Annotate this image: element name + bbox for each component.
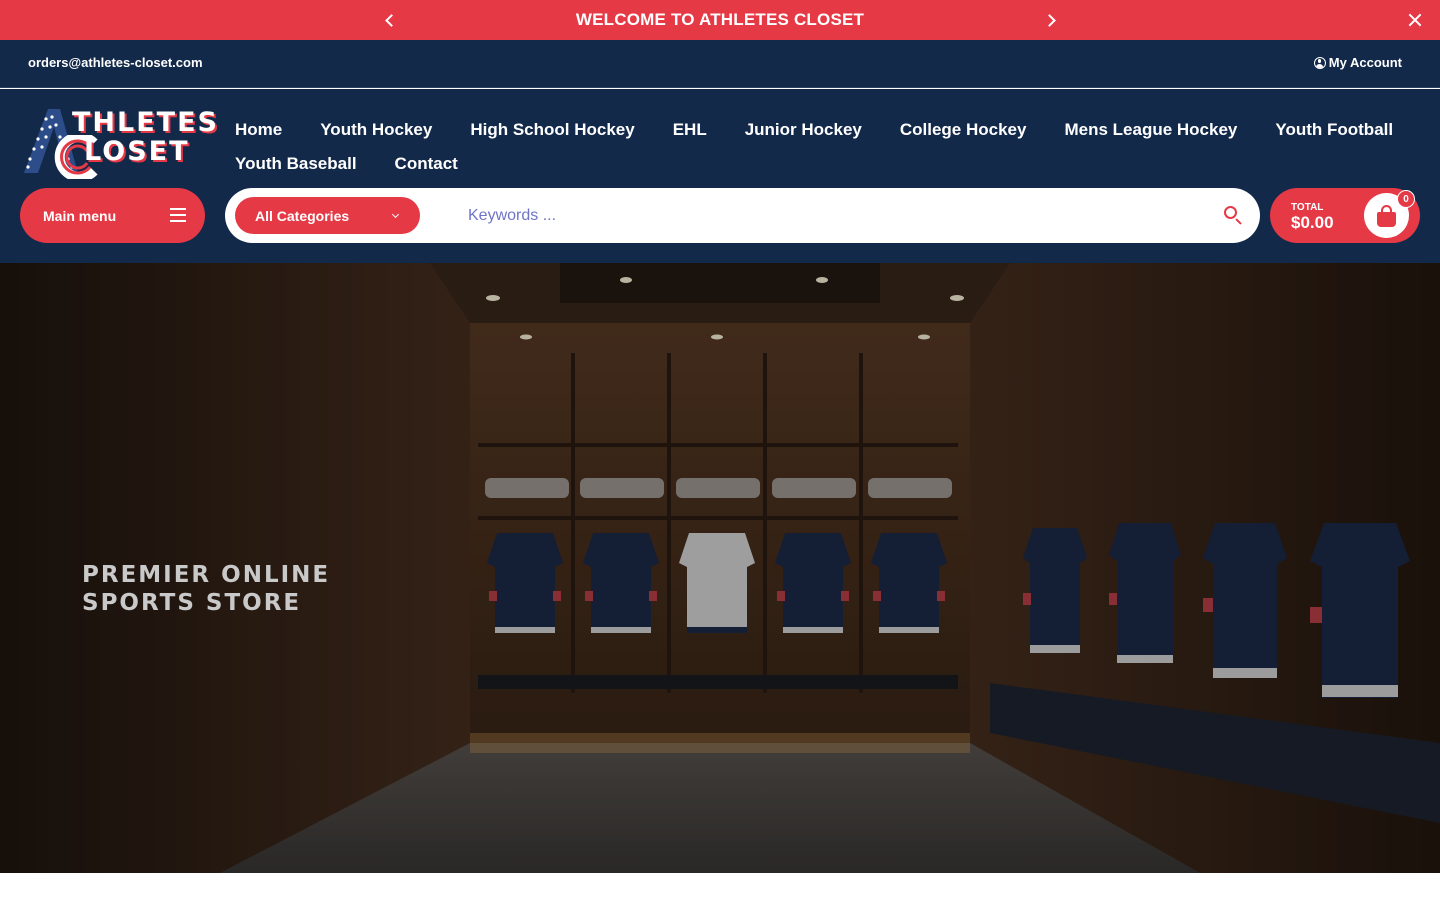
cart-total-label: TOTAL — [1291, 202, 1324, 213]
announcement-prev-button[interactable] — [374, 0, 404, 40]
nav-mens-league-hockey[interactable]: Mens League Hockey — [1064, 120, 1237, 140]
search-icon — [1224, 206, 1237, 219]
logo-line-2: LOSET — [84, 136, 190, 167]
hamburger-icon — [170, 208, 186, 222]
hero-heading-line-2: SPORTS STORE — [82, 590, 302, 616]
nav-ehl[interactable]: EHL — [673, 120, 707, 140]
nav-junior-hockey[interactable]: Junior Hockey — [745, 120, 862, 140]
chevron-down-icon — [391, 210, 400, 219]
my-account-link[interactable]: My Account — [1313, 55, 1402, 70]
nav-high-school-hockey[interactable]: High School Hockey — [470, 120, 634, 140]
cart-total-value: $0.00 — [1291, 213, 1334, 232]
announcement-close-button[interactable] — [1400, 0, 1430, 40]
nav-row-2: Youth Baseball Contact — [235, 147, 1415, 181]
nav-youth-baseball[interactable]: Youth Baseball — [235, 154, 357, 174]
main-menu-button[interactable]: Main menu — [20, 188, 205, 243]
hero-heading: PREMIER ONLINE SPORTS STORE — [82, 561, 330, 617]
nav-row-1: Home Youth Hockey High School Hockey EHL… — [235, 113, 1415, 147]
nav-contact[interactable]: Contact — [395, 154, 458, 174]
category-select[interactable]: All Categories — [235, 197, 420, 234]
search-input[interactable] — [468, 200, 1208, 231]
search-bar: All Categories — [225, 188, 1260, 243]
logo-line-1: THLETES — [72, 107, 219, 138]
chevron-right-icon — [1042, 13, 1056, 27]
announcement-bar: WELCOME TO ATHLETES CLOSET — [0, 0, 1440, 40]
close-icon — [1408, 13, 1422, 27]
nav-youth-hockey[interactable]: Youth Hockey — [320, 120, 432, 140]
nav-home[interactable]: Home — [235, 120, 282, 140]
hero-banner[interactable]: PREMIER ONLINE SPORTS STORE — [0, 263, 1440, 873]
search-button[interactable] — [1218, 200, 1248, 230]
user-circle-icon — [1313, 56, 1326, 69]
my-account-label: My Account — [1328, 55, 1402, 70]
site-header: THLETES LOSET Home Youth Hockey High Sch… — [0, 89, 1440, 263]
cart-count-badge: 0 — [1397, 190, 1415, 208]
nav-college-hockey[interactable]: College Hockey — [900, 120, 1027, 140]
category-select-label: All Categories — [255, 207, 350, 224]
site-logo[interactable]: THLETES LOSET — [20, 107, 217, 179]
main-menu-label: Main menu — [43, 207, 117, 224]
announcement-text: WELCOME TO ATHLETES CLOSET — [575, 10, 865, 29]
chevron-left-icon — [384, 13, 398, 27]
announcement-next-button[interactable] — [1036, 0, 1066, 40]
main-navigation: Home Youth Hockey High School Hockey EHL… — [235, 113, 1415, 181]
nav-youth-football[interactable]: Youth Football — [1275, 120, 1393, 140]
hero-heading-line-1: PREMIER ONLINE — [82, 562, 331, 588]
email-link[interactable]: orders@athletes-closet.com — [28, 55, 203, 70]
cart-button[interactable]: TOTAL $0.00 0 — [1270, 188, 1420, 243]
utility-bar: orders@athletes-closet.com My Account — [0, 40, 1440, 88]
